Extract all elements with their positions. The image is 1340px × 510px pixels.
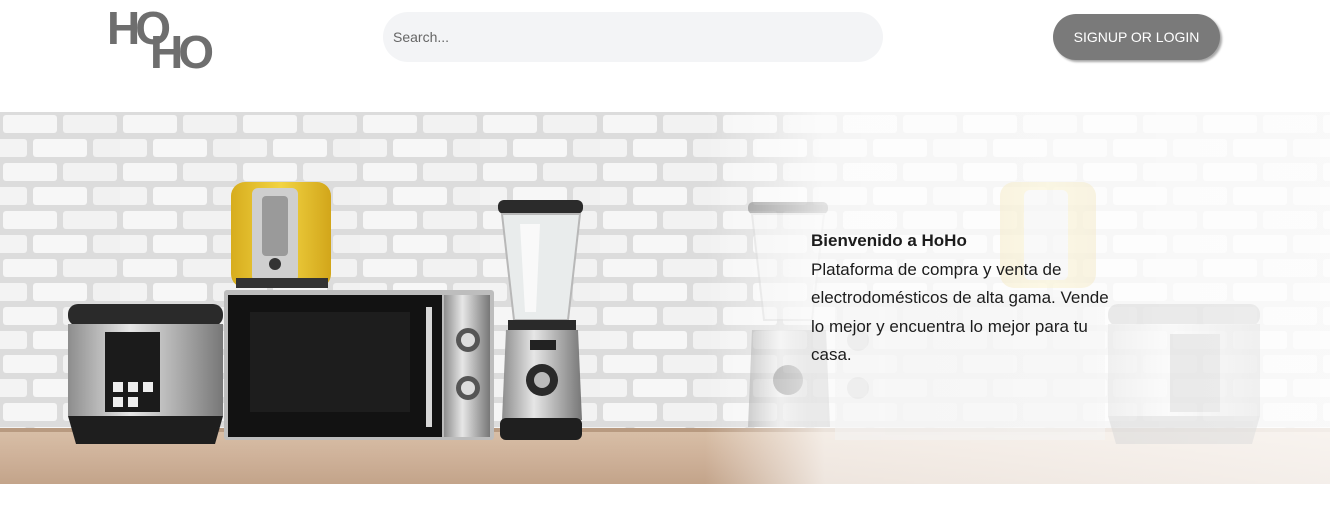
hero-text-block: Bienvenido a HoHo Plataforma de compra y… (811, 227, 1111, 370)
search-input[interactable] (383, 12, 883, 62)
site-header: HO HO SIGNUP OR LOGIN (0, 0, 1340, 112)
hero-title: Bienvenido a HoHo (811, 231, 967, 250)
hero-description: Plataforma de compra y venta de electrod… (811, 259, 1109, 365)
hero-white-overlay (0, 112, 1330, 484)
hero-banner: Bienvenido a HoHo Plataforma de compra y… (0, 112, 1330, 484)
hoho-logo[interactable]: HO HO (106, 5, 222, 75)
logo-line-2: HO (150, 26, 214, 78)
signup-login-button[interactable]: SIGNUP OR LOGIN (1053, 14, 1220, 60)
